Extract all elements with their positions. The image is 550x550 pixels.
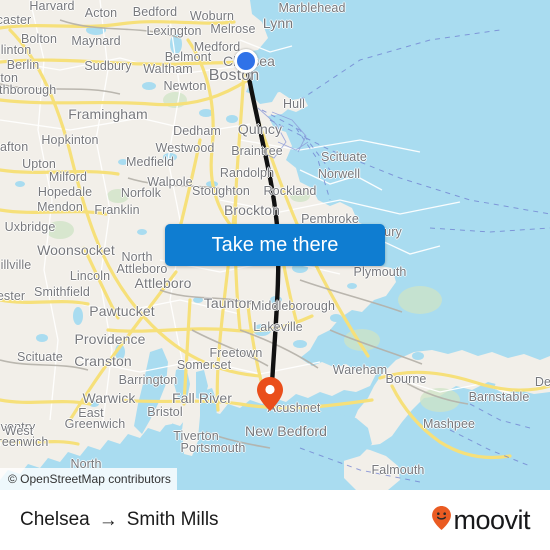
destination-marker-smith-mills[interactable] [257, 377, 283, 411]
moovit-pin-icon [432, 505, 452, 535]
footer-bar: Chelsea → Smith Mills moovit [0, 490, 550, 550]
map-attribution[interactable]: © OpenStreetMap contributors [0, 468, 177, 490]
screenshot-root: Harvard Acton Bedford Woburn Marblehead caste… [0, 0, 550, 550]
origin-marker-chelsea[interactable] [234, 49, 258, 73]
map-canvas[interactable]: Harvard Acton Bedford Woburn Marblehead caste… [0, 0, 550, 490]
moovit-logo[interactable]: moovit [432, 504, 530, 535]
route-summary: Chelsea → Smith Mills [20, 509, 219, 531]
route-destination-label: Smith Mills [126, 509, 219, 530]
arrow-right-icon: → [98, 509, 118, 531]
route-origin-label: Chelsea [20, 509, 90, 530]
moovit-wordmark: moovit [453, 504, 530, 535]
take-me-there-button[interactable]: Take me there [165, 224, 385, 266]
